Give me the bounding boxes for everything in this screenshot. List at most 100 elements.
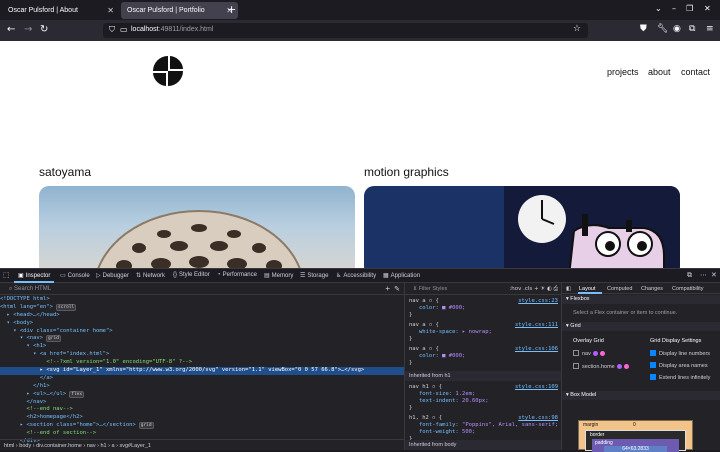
nav-projects-link[interactable]: projects — [607, 67, 639, 77]
markup-node[interactable]: ▾ <body> — [0, 320, 404, 328]
reload-icon[interactable]: ↻ — [40, 24, 48, 35]
highlight-icon[interactable] — [599, 351, 605, 356]
color-swatch[interactable] — [616, 364, 622, 369]
new-tab-button[interactable]: + — [227, 3, 236, 16]
box-model-border[interactable]: border padding 64×63.2833 — [585, 430, 686, 452]
devtools-tab-style-editor[interactable]: {} Style Editor — [173, 272, 210, 278]
css-declaration[interactable]: text-indent: 20.60px; — [405, 398, 562, 405]
styles-toolbar[interactable]: :hov .cls + ☀ ◐ ⎙ — [509, 286, 558, 293]
markup-node[interactable]: ▸ <head>…</head> — [0, 312, 404, 320]
bookmark-star-icon[interactable]: ☆ — [573, 24, 581, 34]
checkbox[interactable] — [650, 374, 656, 380]
back-icon[interactable]: ← — [7, 24, 15, 35]
devtools-tab-debugger[interactable]: ▷ Debugger — [96, 272, 129, 279]
grid-overlay-nav[interactable]: nav — [573, 350, 605, 357]
close-icon[interactable]: ✕ — [107, 6, 114, 15]
add-node-icon[interactable]: + — [385, 284, 390, 293]
tab-about[interactable]: Oscar Pulsford | About ✕ — [2, 2, 119, 19]
shield-icon[interactable]: ⛉ — [109, 25, 115, 35]
menu-icon[interactable]: ≡ — [706, 24, 714, 34]
display-area-names-option[interactable]: Display area names — [650, 362, 708, 369]
markup-node[interactable]: </nav> — [0, 399, 404, 407]
checkbox[interactable] — [573, 363, 579, 369]
project-image-satoyama[interactable] — [39, 186, 355, 268]
checkbox[interactable] — [573, 350, 579, 356]
flexbox-section-header[interactable]: ▾ Flexbox — [562, 295, 720, 304]
box-model-margin[interactable]: margin 0 border padding 64×63.2833 — [578, 420, 693, 452]
devtools-tab-memory[interactable]: ▤ Memory — [264, 272, 293, 279]
markup-tree[interactable]: <!DOCTYPE html> <html lang="en"> scroll ▸ … — [0, 296, 404, 446]
stylesheet-link[interactable]: style.css:106 — [515, 346, 558, 352]
markup-node[interactable]: ▾ <h1> — [0, 343, 404, 351]
checkbox[interactable] — [650, 362, 656, 368]
css-selector[interactable]: h1, h2 ▫ {style.css:98 — [405, 415, 562, 422]
stylesheet-link[interactable]: style.css:109 — [515, 384, 558, 390]
devtools-tab-storage[interactable]: ☰ Storage — [300, 272, 328, 279]
devtools-tab-console[interactable]: ▭ Console — [60, 272, 90, 279]
markup-badge[interactable]: flex — [69, 390, 85, 398]
markup-node[interactable]: ▾ <div class="container home"> — [0, 328, 404, 336]
css-declaration[interactable]: color: ■ #000; — [405, 305, 562, 312]
css-selector[interactable]: nav a ▫ {style.css:23 — [405, 298, 562, 305]
stylesheet-link[interactable]: style.css:23 — [518, 298, 558, 304]
highlight-icon[interactable] — [623, 364, 629, 369]
markup-node[interactable]: <!--?xml version="1.0" encoding="UTF-8" … — [0, 359, 404, 367]
markup-node[interactable]: <!DOCTYPE html> — [0, 296, 404, 304]
tab-computed[interactable]: Computed — [607, 286, 632, 292]
nav-about-link[interactable]: about — [648, 67, 671, 77]
markup-node[interactable]: ▸ <svg id="Layer_1" xmlns="http://www.w3… — [0, 367, 404, 375]
stylesheet-link[interactable]: style.css:111 — [515, 322, 558, 328]
eyedropper-icon[interactable]: ✎ — [394, 285, 400, 293]
display-line-numbers-option[interactable]: Display line numbers — [650, 350, 710, 357]
devtools-tab-application[interactable]: ▦ Application — [383, 272, 420, 279]
markup-node[interactable]: </a> — [0, 375, 404, 383]
markup-node[interactable]: </h1> — [0, 383, 404, 391]
css-selector[interactable]: nav a ▫ {style.css:106 — [405, 346, 562, 353]
project-image-motion-graphics[interactable] — [364, 186, 680, 268]
extend-lines-option[interactable]: Extend lines infinitely — [650, 374, 710, 381]
maximize-button[interactable]: ❐ — [686, 4, 693, 13]
tab-changes[interactable]: Changes — [641, 286, 663, 292]
filter-styles-input[interactable]: ⊻ Filter Styles :hov .cls + ☀ ◐ ⎙ — [405, 283, 562, 295]
list-all-tabs-icon[interactable]: ⌄ — [655, 4, 662, 13]
sidebar-toggle-icon[interactable]: ◧ — [566, 286, 571, 292]
css-declaration[interactable]: white-space: ▸ nowrap; — [405, 329, 562, 336]
dock-icon[interactable]: ⧉ — [687, 271, 692, 280]
css-declaration[interactable]: font-weight: 500; — [405, 429, 562, 436]
wrench-icon[interactable]: 🔧︎ — [657, 24, 668, 34]
devtools-tab-network[interactable]: ⇅ Network — [136, 272, 165, 279]
css-selector[interactable]: } — [405, 405, 562, 412]
grid-overlay-section-home[interactable]: section.home — [573, 363, 629, 370]
breadcrumb[interactable]: html › body › div.container.home › nav ›… — [0, 439, 404, 450]
markup-badge[interactable]: scroll — [55, 303, 77, 311]
markup-node[interactable]: ▾ <a href="index.html"> — [0, 351, 404, 359]
extensions-icon[interactable]: ⧉ — [689, 24, 695, 34]
box-model-padding[interactable]: padding 64×63.2833 — [592, 439, 679, 452]
markup-node[interactable]: <!--end of section--> — [0, 430, 404, 438]
css-declaration[interactable]: font-size: 1.2em; — [405, 391, 562, 398]
pocket-icon[interactable]: ⛊ — [640, 24, 647, 34]
markup-badge[interactable]: grid — [46, 335, 61, 343]
markup-node[interactable]: ▸ <ul>…</ul> flex — [0, 390, 404, 399]
markup-node[interactable]: <!--end nav--> — [0, 406, 404, 414]
margin-top-value[interactable]: 0 — [633, 422, 636, 428]
css-selector[interactable]: } — [405, 312, 562, 319]
tab-compatibility[interactable]: Compatibility — [672, 286, 703, 292]
checkbox[interactable] — [650, 350, 656, 356]
tab-portfolio[interactable]: Oscar Pulsford | Portfolio ✕ — [121, 2, 238, 19]
css-declaration[interactable]: font-family: "Poppins", Arial, sans-seri… — [405, 422, 562, 429]
color-swatch[interactable] — [592, 351, 598, 356]
css-selector[interactable]: } — [405, 360, 562, 367]
account-icon[interactable]: ◉ — [673, 24, 681, 34]
markup-node[interactable]: <h2>homepage</h2> — [0, 414, 404, 422]
devtools-tab-performance[interactable]: ◔ Performance — [217, 272, 257, 278]
css-selector[interactable]: nav a ▫ {style.css:111 — [405, 322, 562, 329]
close-devtools-icon[interactable]: ✕ — [711, 271, 717, 279]
search-html-input[interactable]: ⌕ Search HTML + ✎ — [0, 283, 404, 295]
more-options-icon[interactable]: ⋯ — [700, 271, 707, 279]
markup-node[interactable]: ▾ <nav> grid — [0, 335, 404, 343]
url-bar[interactable]: ⛉ ▭ localhost:49811/index.html ☆ — [103, 23, 588, 38]
markup-node[interactable]: ▸ <section class="home">…</section> grid — [0, 422, 404, 430]
devtools-tab-accessibility[interactable]: ♿︎ Accessibility — [336, 272, 376, 279]
css-declaration[interactable]: color: ■ #000; — [405, 353, 562, 360]
